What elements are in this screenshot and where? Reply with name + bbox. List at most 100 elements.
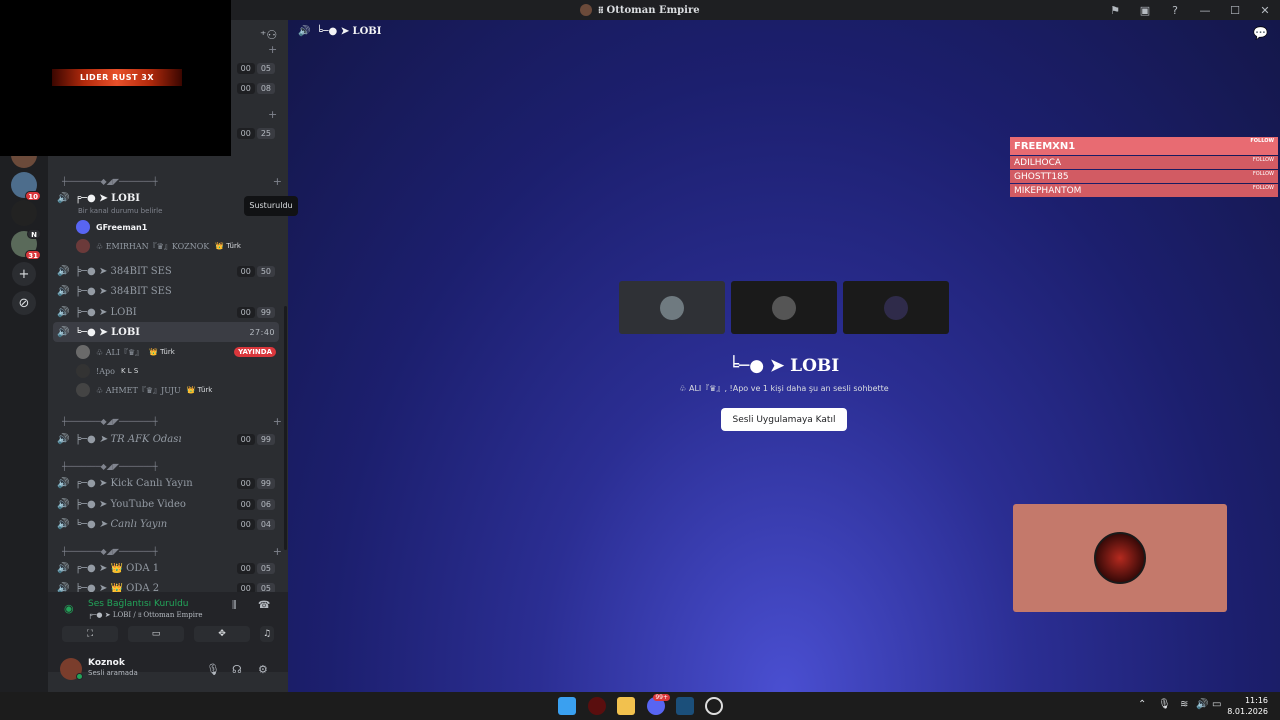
avatar xyxy=(772,295,796,320)
category-header[interactable]: ┼───────◆◢◤───────┼ + xyxy=(62,174,282,188)
noise-suppression-icon[interactable]: ⫼ xyxy=(232,600,237,611)
signal-icon[interactable]: ◉ xyxy=(64,602,74,615)
user-name[interactable]: Koznok xyxy=(88,658,125,668)
user-name: !Apo xyxy=(96,366,115,376)
user-name: ♧ AHMET『♛』JUJU xyxy=(96,385,181,395)
scrollbar[interactable] xyxy=(284,306,287,550)
voice-channel[interactable]: 🔊 ╞─● ➤ LOBI 00 99 xyxy=(53,302,279,322)
wifi-icon[interactable]: ≋ xyxy=(1180,699,1188,710)
chat-icon[interactable]: 💬 xyxy=(1253,26,1268,40)
volume-icon[interactable]: 🔊 xyxy=(1196,699,1208,710)
inbox-icon[interactable]: ⚑ xyxy=(1100,0,1130,20)
windows-start-icon[interactable] xyxy=(558,697,576,715)
avatar xyxy=(660,295,684,320)
screen-icon[interactable]: ▣ xyxy=(1130,0,1160,20)
battery-icon[interactable]: ▭ xyxy=(1212,699,1221,710)
category-label: ┼───────◆◢◤───────┼ xyxy=(62,176,158,186)
user-panel: Koznok Sesli aramada 🎙 ☊ ⚙ xyxy=(48,658,288,692)
follow-row: ADILHOCA FOLLOW xyxy=(1010,156,1278,169)
follow-widget: FREEMXN1 FOLLOW ADILHOCA FOLLOW GHOSTT185… xyxy=(1010,137,1278,197)
minimize-button[interactable]: — xyxy=(1190,0,1220,20)
headphones-icon[interactable]: ☊ xyxy=(232,663,242,676)
server-icon[interactable] xyxy=(11,200,37,226)
voice-connection-panel: ◉ Ses Bağlantısı Kuruldu ╒─● ➤ LOBI / ᎒᎒… xyxy=(48,592,288,672)
speaker-icon: 🔊 xyxy=(298,26,311,37)
voice-channel[interactable]: 🔊 ╞─● ➤ 384BIT SES 00 50 xyxy=(53,261,279,281)
participant-tile[interactable] xyxy=(619,281,725,334)
voice-channel-afk[interactable]: 🔊 ╞─● ➤ TR AFK Odası 00 99 xyxy=(53,429,279,449)
category-header[interactable]: ┼───────◆◢◤───────┼ + xyxy=(62,544,282,558)
channel-name: ╘─● ➤ Canlı Yayın xyxy=(75,518,168,530)
microphone-icon[interactable]: 🎙 xyxy=(1158,699,1171,710)
voice-user[interactable]: ♧ AHMET『♛』JUJU 👑 Türk xyxy=(76,381,276,399)
invite-icon[interactable]: ⁺⚇ xyxy=(260,28,277,42)
user-tag: 👑 Türk xyxy=(149,348,175,356)
speaker-icon: 🔊 xyxy=(57,433,70,445)
camera-button[interactable]: ⛶ xyxy=(62,626,118,642)
activities-button[interactable]: ✥ xyxy=(194,626,250,642)
voice-user[interactable]: ♧ ALI『♛』 👑 Türk YAYINDA xyxy=(76,343,276,361)
category-label: ┼───────◆◢◤───────┼ xyxy=(62,461,158,471)
voice-status[interactable]: Ses Bağlantısı Kuruldu xyxy=(88,599,188,609)
channel-name: ╒─● ➤ 👑 ODA 1 xyxy=(75,562,160,574)
voice-channel-path[interactable]: ╒─● ➤ LOBI / ᎒᎒ Ottoman Empire xyxy=(88,611,203,620)
voice-channel[interactable]: 🔊 ╞─● ➤ YouTube Video 00 06 xyxy=(53,494,279,514)
clock[interactable]: 11:16 8.01.2026 xyxy=(1227,695,1268,717)
server-logo xyxy=(1094,532,1146,584)
user-name: GFreeman1 xyxy=(96,222,148,232)
voice-channel[interactable]: 🔊 ╒─● ➤ Kick Canlı Yayın 00 99 xyxy=(53,473,279,493)
channel-timer: 27:40 xyxy=(249,327,275,337)
voice-user[interactable]: GFreeman1 xyxy=(76,218,276,236)
app-icon[interactable] xyxy=(588,697,606,715)
app-icon[interactable] xyxy=(705,697,723,715)
voice-channel[interactable]: 🔊 ╘─● ➤ Canlı Yayın 00 04 xyxy=(53,514,279,534)
speaker-icon: 🔊 xyxy=(57,562,70,574)
voice-channel-lobi-selected[interactable]: 🔊 ╘─● ➤ LOBI 27:40 xyxy=(53,322,279,342)
microphone-icon[interactable]: 🎙 xyxy=(206,663,220,676)
voice-channel[interactable]: 🔊 ╒─● ➤ 👑 ODA 1 00 05 xyxy=(53,558,279,578)
avatar xyxy=(76,239,90,253)
soundboard-button[interactable]: ♫ xyxy=(260,626,274,642)
voice-user[interactable]: ♧ EMIRHAN『♛』KOZNOK 👑 Türk xyxy=(76,237,276,255)
discord-icon[interactable]: 99+ xyxy=(647,694,670,715)
add-channel-icon[interactable]: + xyxy=(273,415,282,428)
chevron-up-icon[interactable]: ⌃ xyxy=(1138,699,1146,710)
category-header[interactable]: ┼───────◆◢◤───────┼ xyxy=(62,459,274,473)
avatar xyxy=(76,364,90,378)
voice-channel[interactable]: 🔊 ╞─● ➤ 384BIT SES xyxy=(53,281,279,301)
settings-gear-icon[interactable]: ⚙ xyxy=(258,663,268,676)
window-title-text: ᎒᎒ Ottoman Empire xyxy=(598,4,700,16)
category-label: ┼───────◆◢◤───────┼ xyxy=(62,546,158,556)
online-status-icon xyxy=(76,673,83,680)
add-channel-icon[interactable]: + xyxy=(268,43,277,56)
server-icon[interactable]: 10 xyxy=(11,172,41,201)
follow-row: MIKEPHANTOM FOLLOW xyxy=(1010,184,1278,197)
steam-icon[interactable] xyxy=(676,697,694,715)
add-channel-icon[interactable]: + xyxy=(273,175,282,188)
help-icon[interactable]: ? xyxy=(1160,0,1190,20)
channel-name: ╞─● ➤ 384BIT SES xyxy=(75,265,172,277)
channel-status[interactable]: Bir kanal durumu belirle xyxy=(78,207,162,215)
participant-tile[interactable] xyxy=(843,281,949,334)
avatar xyxy=(76,345,90,359)
channel-description: ♧ ALI『♛』, !Apo ve 1 kişi daha şu an sesl… xyxy=(679,384,889,393)
maximize-button[interactable]: ☐ xyxy=(1220,0,1250,20)
voice-user[interactable]: !Apo K L S xyxy=(76,362,276,380)
add-server-icon[interactable]: + xyxy=(12,262,36,286)
screen-share-button[interactable]: ▭ xyxy=(128,626,184,642)
join-activity-button[interactable]: Sesli Uygulamaya Katıl xyxy=(721,408,847,431)
participant-tile[interactable] xyxy=(731,281,837,334)
channel-name: ╞─● ➤ YouTube Video xyxy=(75,498,186,510)
camera-preview[interactable] xyxy=(1013,504,1227,612)
channel-name: ╞─● ➤ LOBI xyxy=(75,306,137,318)
add-channel-icon[interactable]: + xyxy=(268,108,277,121)
channel-name: ╞─● ➤ 384BIT SES xyxy=(75,285,172,297)
add-channel-icon[interactable]: + xyxy=(273,545,282,558)
disconnect-icon[interactable]: ☎ xyxy=(258,600,270,611)
user-name: ♧ ALI『♛』 xyxy=(96,347,144,357)
discover-icon[interactable]: ⊘ xyxy=(12,291,36,315)
server-icon[interactable]: N 31 xyxy=(11,229,41,260)
close-button[interactable]: ✕ xyxy=(1250,0,1280,20)
file-explorer-icon[interactable] xyxy=(617,697,635,715)
category-header[interactable]: ┼───────◆◢◤───────┼ + xyxy=(62,414,282,428)
